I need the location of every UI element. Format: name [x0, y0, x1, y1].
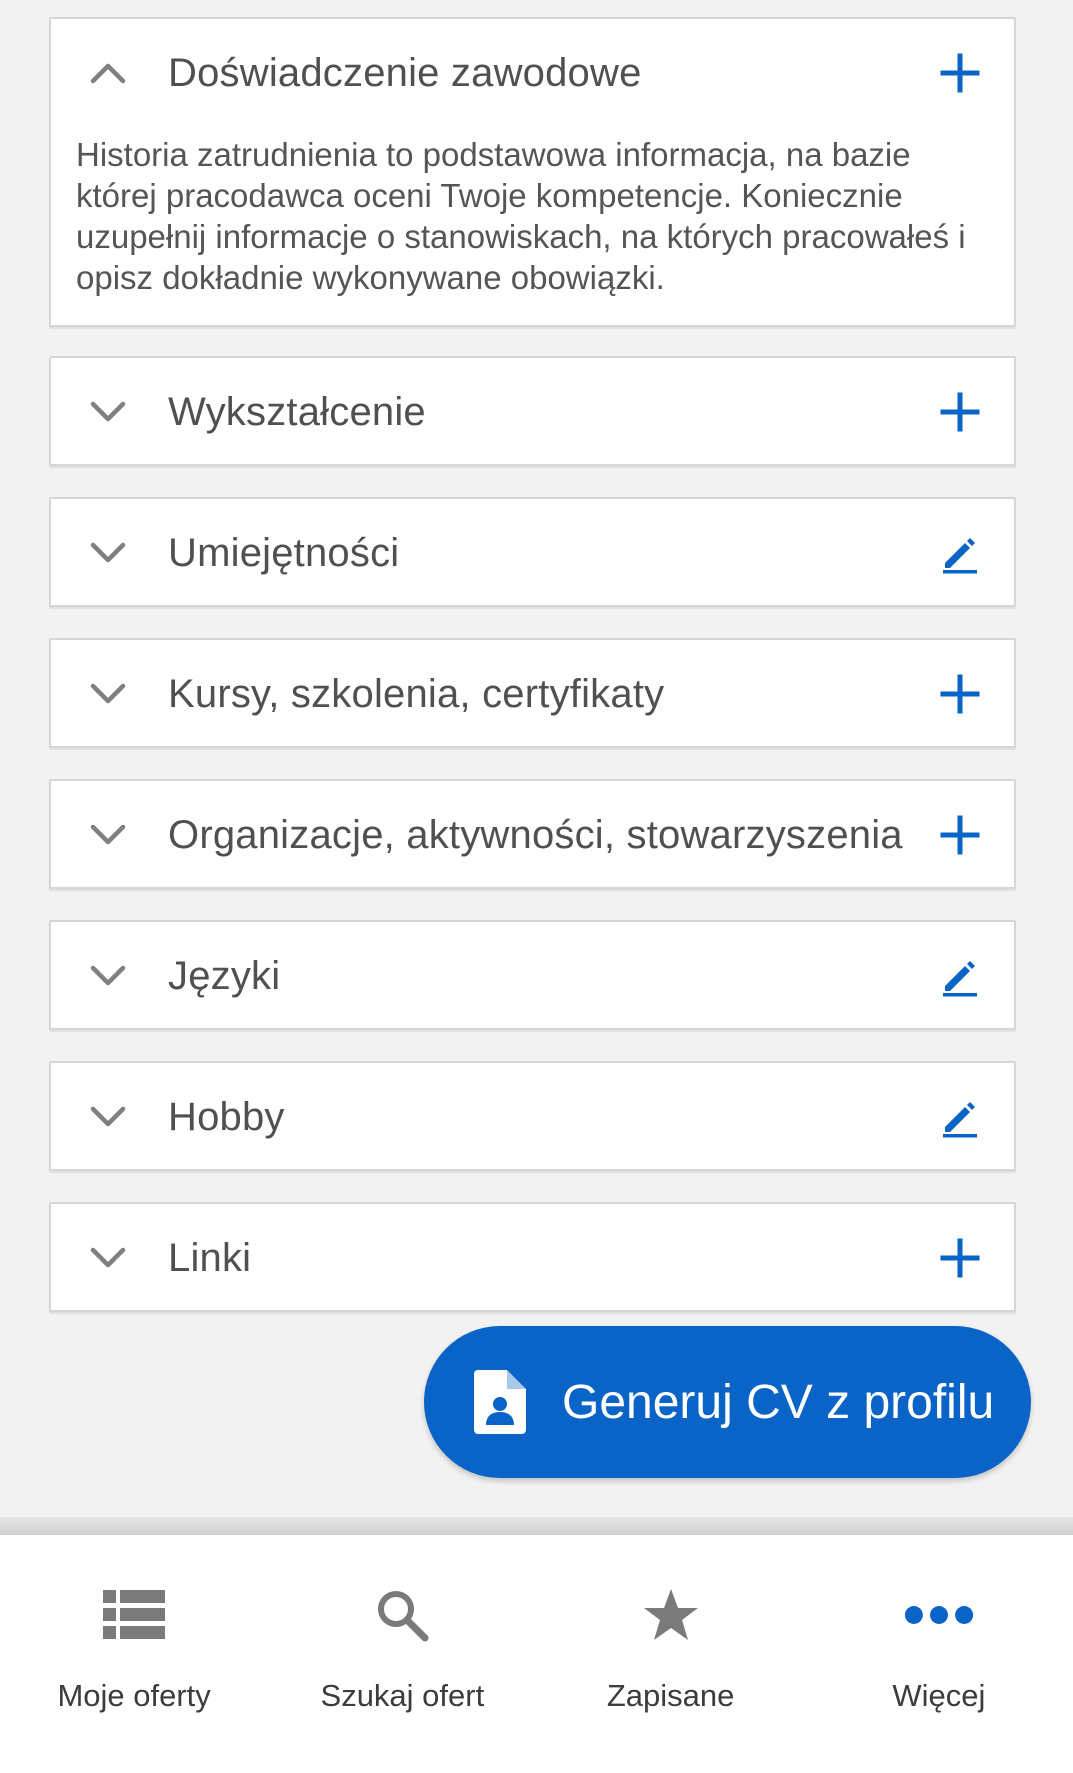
section-title: Hobby — [168, 1094, 285, 1139]
profile-sections: Doświadczenie zawodowe Historia zatrudni… — [0, 0, 1073, 1530]
chevron-down-icon[interactable] — [86, 531, 130, 575]
section-header[interactable]: Wykształcenie — [51, 358, 1014, 466]
bottom-nav-divider — [0, 1517, 1073, 1535]
nav-item-wiecej[interactable]: Więcej — [805, 1535, 1073, 1773]
document-user-icon — [474, 1370, 526, 1434]
search-icon — [367, 1580, 437, 1650]
section-description: Historia zatrudnienia to podstawowa info… — [76, 136, 966, 296]
section-title: Umiejętności — [168, 530, 400, 575]
more-dots-icon — [904, 1580, 974, 1650]
section-title: Języki — [168, 953, 281, 998]
section-doswiadczenie: Doświadczenie zawodowe Historia zatrudni… — [49, 17, 1016, 327]
section-kursy[interactable]: Kursy, szkolenia, certyfikaty — [49, 638, 1016, 748]
section-title: Linki — [168, 1235, 252, 1280]
generate-cv-label: Generuj CV z profilu — [562, 1375, 995, 1429]
chevron-down-icon[interactable] — [86, 954, 130, 998]
nav-label: Szukaj ofert — [320, 1678, 485, 1713]
list-icon — [99, 1580, 169, 1650]
plus-icon[interactable] — [932, 807, 988, 863]
section-jezyki[interactable]: Języki — [49, 920, 1016, 1030]
section-header[interactable]: Organizacje, aktywności, stowarzyszenia — [51, 781, 1014, 889]
plus-icon[interactable] — [932, 666, 988, 722]
generate-cv-button[interactable]: Generuj CV z profilu — [424, 1326, 1031, 1478]
section-hobby[interactable]: Hobby — [49, 1061, 1016, 1171]
nav-item-szukaj-ofert[interactable]: Szukaj ofert — [268, 1535, 536, 1773]
pencil-icon[interactable] — [932, 525, 988, 581]
pencil-icon[interactable] — [932, 1089, 988, 1145]
chevron-down-icon[interactable] — [86, 813, 130, 857]
nav-item-zapisane[interactable]: Zapisane — [537, 1535, 805, 1773]
chevron-up-icon[interactable] — [86, 51, 130, 95]
section-organizacje[interactable]: Organizacje, aktywności, stowarzyszenia — [49, 779, 1016, 889]
chevron-down-icon[interactable] — [86, 1236, 130, 1280]
chevron-down-icon[interactable] — [86, 672, 130, 716]
nav-label: Zapisane — [606, 1678, 735, 1713]
plus-icon[interactable] — [932, 45, 988, 101]
chevron-down-icon[interactable] — [86, 390, 130, 434]
section-header[interactable]: Linki — [51, 1204, 1014, 1312]
section-wyksztalcenie[interactable]: Wykształcenie — [49, 356, 1016, 466]
section-title: Doświadczenie zawodowe — [168, 50, 642, 95]
section-header[interactable]: Hobby — [51, 1063, 1014, 1171]
nav-label: Więcej — [892, 1678, 986, 1713]
chevron-down-icon[interactable] — [86, 1095, 130, 1139]
plus-icon[interactable] — [932, 384, 988, 440]
section-title: Wykształcenie — [168, 389, 426, 434]
plus-icon[interactable] — [932, 1230, 988, 1286]
section-title: Organizacje, aktywności, stowarzyszenia — [168, 812, 903, 857]
star-icon — [636, 1580, 706, 1650]
nav-item-moje-oferty[interactable]: Moje oferty — [0, 1535, 268, 1773]
section-header[interactable]: Kursy, szkolenia, certyfikaty — [51, 640, 1014, 748]
nav-label: Moje oferty — [57, 1678, 211, 1713]
bottom-navigation: Moje oferty Szukaj ofert Zapisane Więcej — [0, 1535, 1073, 1773]
section-header[interactable]: Języki — [51, 922, 1014, 1030]
pencil-icon[interactable] — [932, 948, 988, 1004]
section-title: Kursy, szkolenia, certyfikaty — [168, 671, 665, 716]
section-umiejetnosci[interactable]: Umiejętności — [49, 497, 1016, 607]
section-header[interactable]: Umiejętności — [51, 499, 1014, 607]
section-linki[interactable]: Linki — [49, 1202, 1016, 1312]
section-header[interactable]: Doświadczenie zawodowe — [51, 19, 1014, 127]
